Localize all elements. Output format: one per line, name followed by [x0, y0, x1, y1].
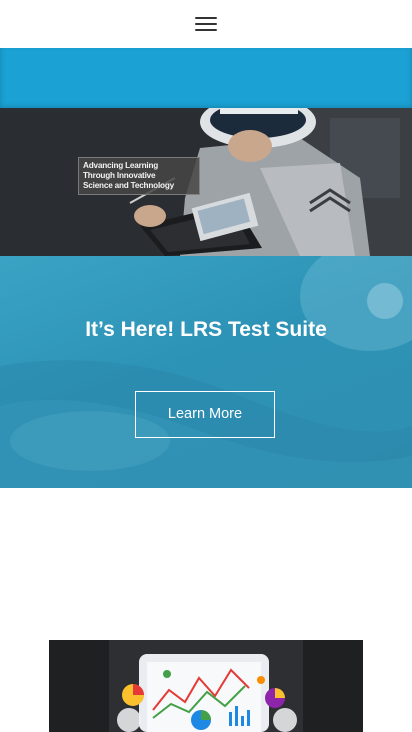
menu-line — [195, 17, 217, 19]
learn-more-button[interactable]: Learn More — [135, 391, 275, 438]
promo-banner: It’s Here! LRS Test Suite Learn More — [0, 256, 412, 488]
hero-caption-line: Advancing Learning — [83, 161, 159, 170]
promo-background-illustration — [0, 256, 412, 488]
header-accent-strip — [0, 48, 412, 110]
hero-caption-line: Science and Technology — [83, 181, 174, 190]
hero-photo-illustration — [0, 108, 412, 256]
top-navigation-bar — [0, 0, 412, 48]
menu-line — [195, 29, 217, 31]
hero-caption-line: Through Innovative — [83, 171, 156, 180]
analytics-image — [49, 640, 363, 732]
hamburger-menu-icon[interactable] — [195, 16, 217, 32]
menu-line — [195, 23, 217, 25]
hero-caption-box: Advancing Learning Through Innovative Sc… — [78, 157, 200, 195]
hero-image: Advancing Learning Through Innovative Sc… — [0, 108, 412, 256]
analytics-illustration — [49, 640, 363, 732]
promo-title: It’s Here! LRS Test Suite — [85, 318, 327, 341]
